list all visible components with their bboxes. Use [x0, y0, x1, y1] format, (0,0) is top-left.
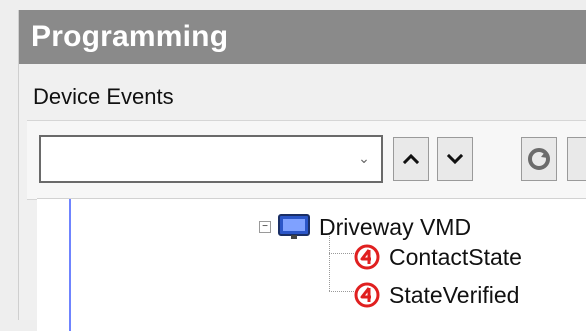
panel-title: Programming	[19, 10, 586, 64]
up-button[interactable]	[393, 137, 429, 181]
chevron-down-icon[interactable]: ⌄	[355, 149, 373, 167]
down-button[interactable]	[437, 137, 473, 181]
tree-node-driveway-vmd[interactable]: − Driveway VMD	[259, 213, 471, 241]
section-label: Device Events	[33, 84, 174, 109]
refresh-icon	[528, 148, 550, 170]
tree-guideline	[69, 199, 71, 331]
refresh-button[interactable]	[521, 137, 557, 181]
toolbar: ⌄	[27, 120, 586, 200]
tree-node-label: ContactState	[389, 243, 522, 270]
chevron-down-icon	[446, 153, 464, 165]
tree-node-contactstate[interactable]: ContactState	[353, 243, 522, 271]
chevron-up-icon	[402, 153, 420, 165]
toolbar-partial-button[interactable]	[567, 137, 586, 181]
collapse-icon[interactable]: −	[259, 221, 271, 233]
event-4-icon	[354, 244, 380, 270]
tree-connector	[329, 233, 330, 291]
event-4-icon	[354, 282, 380, 308]
monitor-icon	[278, 214, 310, 239]
event-filter-combo[interactable]: ⌄	[39, 135, 383, 183]
tree-node-stateverified[interactable]: StateVerified	[353, 281, 519, 309]
device-events-tree: − Driveway VMD ContactState StateVerifie…	[37, 198, 586, 331]
tree-node-label: Driveway VMD	[319, 213, 472, 240]
programming-panel: Programming Device Events ⌄ − Driveway V…	[18, 10, 586, 331]
tree-node-label: StateVerified	[389, 281, 520, 308]
